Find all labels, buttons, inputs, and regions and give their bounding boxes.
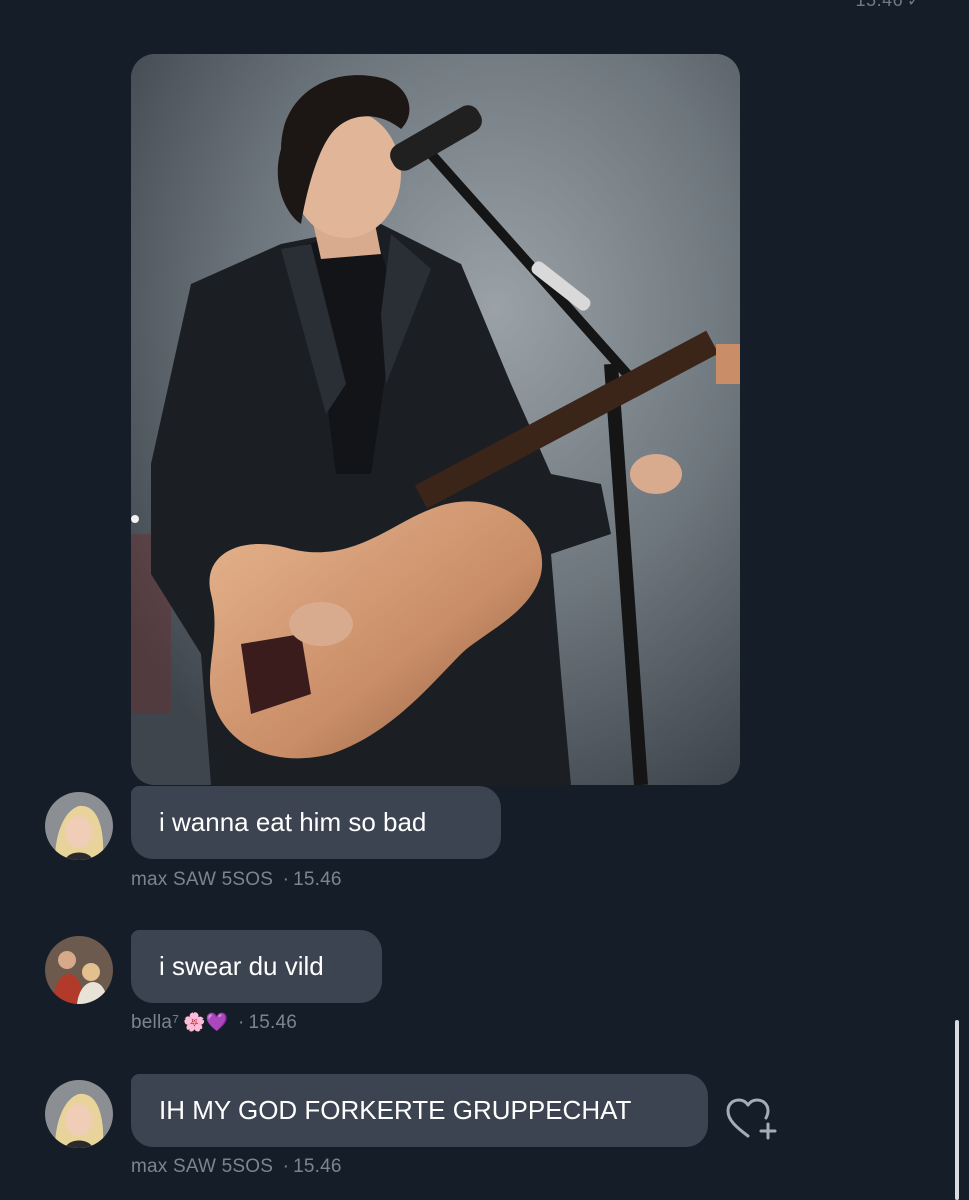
- concert-photo-illustration: [131, 54, 740, 785]
- message-text: IH MY GOD FORKERTE GRUPPECHAT: [159, 1095, 632, 1125]
- sender-name[interactable]: max SAW 5SOS: [131, 1156, 273, 1177]
- user-avatar-icon: [45, 1080, 113, 1148]
- message-meta: max SAW 5SOS · 15.46: [131, 1156, 342, 1178]
- read-check-icon: ✓: [907, 0, 921, 10]
- avatar[interactable]: [45, 1080, 113, 1148]
- avatar[interactable]: [45, 936, 113, 1004]
- meta-separator: ·: [282, 1156, 290, 1177]
- avatar[interactable]: [45, 792, 113, 860]
- message-text: i wanna eat him so bad: [159, 807, 427, 837]
- message-text: i swear du vild: [159, 951, 324, 981]
- message-bubble[interactable]: IH MY GOD FORKERTE GRUPPECHAT: [131, 1074, 708, 1147]
- sender-emojis: 🌸💜: [183, 1012, 229, 1032]
- sent-timestamp: 15.46 ✓: [856, 0, 921, 11]
- user-avatar-icon: [45, 792, 113, 860]
- heart-add-icon[interactable]: [724, 1096, 780, 1144]
- react-heart-plus-icon: [726, 1098, 777, 1140]
- meta-separator: ·: [282, 869, 290, 890]
- message-time: 15.46: [293, 1156, 342, 1177]
- message-meta: max SAW 5SOS · 15.46: [131, 869, 342, 891]
- sender-name[interactable]: max SAW 5SOS: [131, 869, 273, 890]
- meta-separator: ·: [237, 1012, 245, 1033]
- message-time: 15.46: [293, 869, 342, 890]
- sender-name[interactable]: bella⁷: [131, 1012, 179, 1033]
- sent-time: 15.46: [855, 0, 904, 10]
- user-avatar-icon: [45, 936, 113, 1004]
- shared-photo[interactable]: [131, 54, 740, 785]
- message-bubble[interactable]: i swear du vild: [131, 930, 382, 1003]
- scrollbar[interactable]: [955, 1020, 959, 1200]
- message-bubble[interactable]: i wanna eat him so bad: [131, 786, 501, 859]
- message-time: 15.46: [248, 1012, 298, 1033]
- message-meta: bella⁷ 🌸💜 · 15.46: [131, 1012, 297, 1034]
